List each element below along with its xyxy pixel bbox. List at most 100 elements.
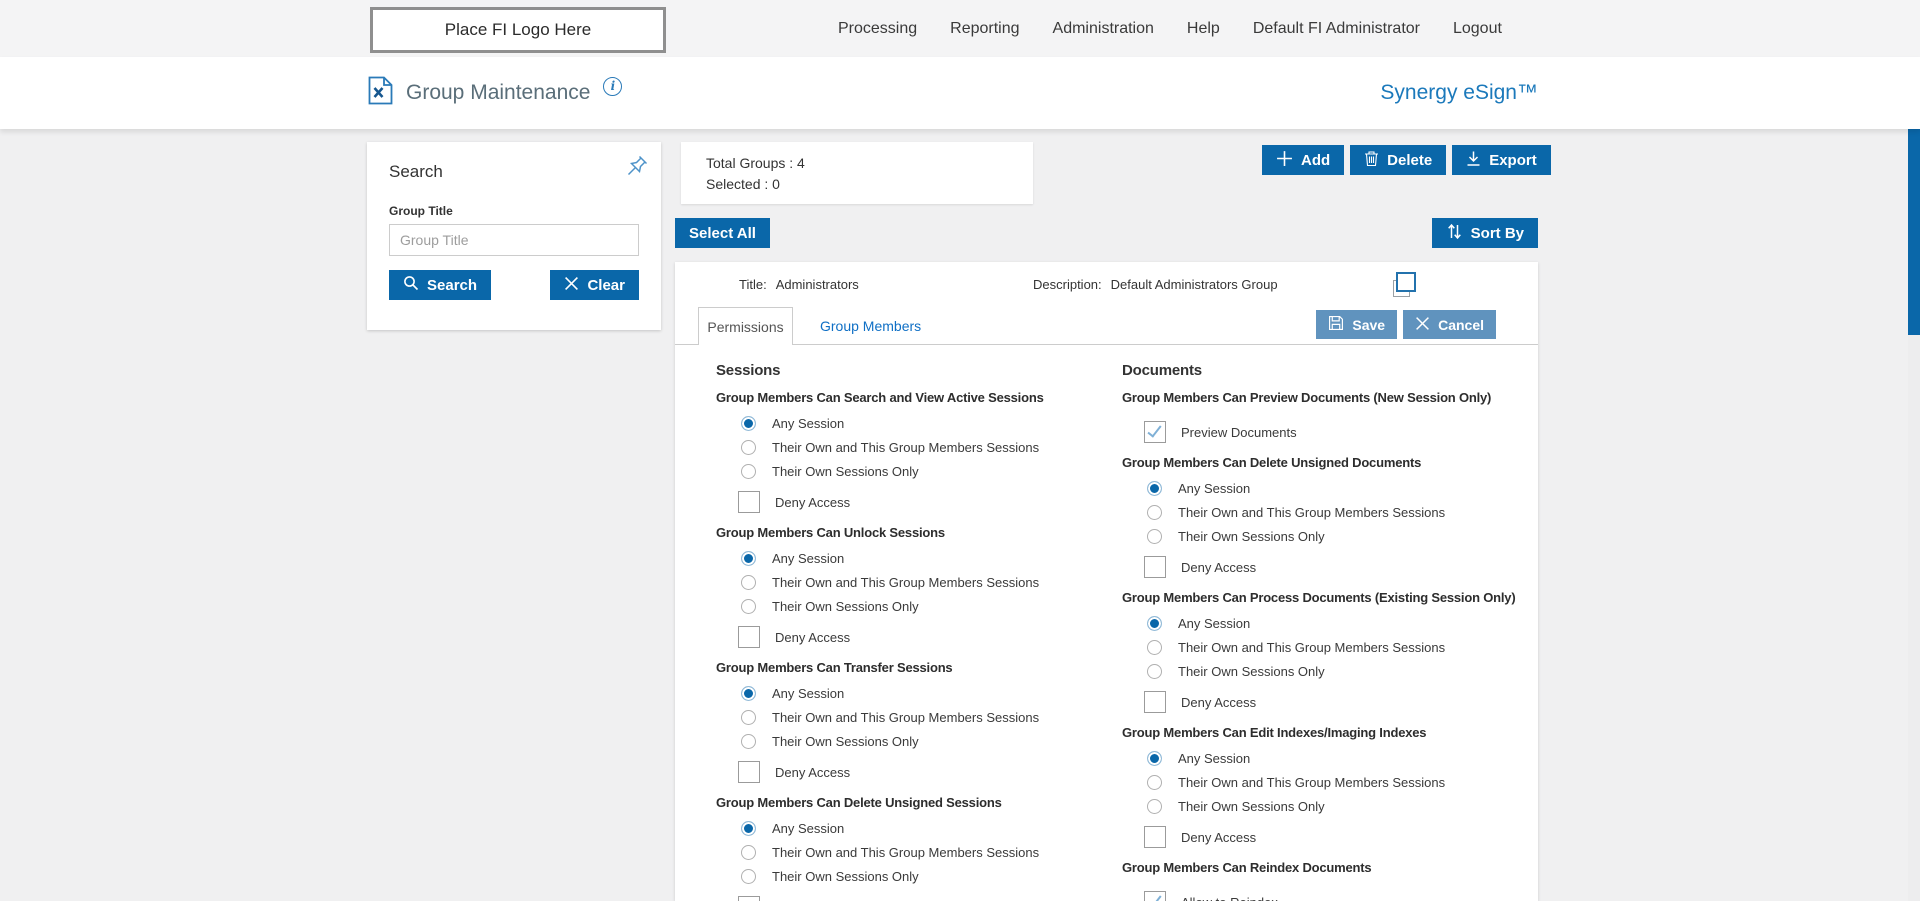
search-button-label: Search: [427, 277, 477, 294]
radio-any-session[interactable]: [741, 686, 756, 701]
deny-access-row: Deny Access: [738, 626, 1122, 648]
sort-by-label: Sort By: [1471, 225, 1524, 242]
add-button-label: Add: [1301, 152, 1330, 169]
radio-option-row: Their Own Sessions Only: [741, 864, 1122, 888]
radio-any-session[interactable]: [1147, 481, 1162, 496]
radio-label: Their Own Sessions Only: [772, 464, 919, 479]
scrollbar-track[interactable]: [1908, 57, 1920, 901]
radio-label: Any Session: [772, 551, 844, 566]
export-button[interactable]: Export: [1452, 145, 1551, 175]
brand-logo: Synergy eSign™: [1380, 57, 1538, 129]
radio-any-session[interactable]: [741, 551, 756, 566]
cancel-button[interactable]: Cancel: [1403, 310, 1496, 339]
radio-options: Any Session Their Own and This Group Memb…: [1122, 476, 1538, 548]
radio-their-own-sessions-only[interactable]: [741, 869, 756, 884]
group-description-field-value: Default Administrators Group: [1111, 277, 1278, 292]
radio-their-own-sessions-only[interactable]: [1147, 664, 1162, 679]
pin-icon[interactable]: [625, 154, 649, 178]
radio-any-session[interactable]: [741, 416, 756, 431]
radio-any-session[interactable]: [741, 821, 756, 836]
selected-count-text: Selected : 0: [706, 176, 1033, 192]
tab-group-members[interactable]: Group Members: [820, 307, 921, 344]
radio-option-row: Any Session: [741, 681, 1122, 705]
total-groups-text: Total Groups : 4: [706, 155, 1033, 171]
deny-access-checkbox[interactable]: [738, 626, 760, 648]
radio-their-own-and-this-group-members-sessions[interactable]: [1147, 640, 1162, 655]
radio-their-own-sessions-only[interactable]: [1147, 529, 1162, 544]
radio-their-own-and-this-group-members-sessions[interactable]: [1147, 775, 1162, 790]
deny-access-row: Deny Access: [738, 491, 1122, 513]
nav-item-processing[interactable]: Processing: [838, 20, 917, 38]
radio-their-own-and-this-group-members-sessions[interactable]: [741, 440, 756, 455]
info-icon[interactable]: i: [603, 77, 622, 96]
radio-option-row: Their Own and This Group Members Session…: [1147, 500, 1538, 524]
radio-their-own-sessions-only[interactable]: [741, 464, 756, 479]
radio-their-own-sessions-only[interactable]: [741, 734, 756, 749]
radio-label: Their Own and This Group Members Session…: [1178, 775, 1445, 790]
fi-logo-text: Place FI Logo Here: [445, 20, 591, 40]
nav-item-logout[interactable]: Logout: [1453, 20, 1502, 38]
deny-access-row: Deny Access: [1144, 826, 1538, 848]
radio-any-session[interactable]: [1147, 751, 1162, 766]
radio-any-session[interactable]: [1147, 616, 1162, 631]
radio-label: Their Own and This Group Members Session…: [772, 845, 1039, 860]
save-button[interactable]: Save: [1316, 310, 1397, 339]
add-button[interactable]: Add: [1262, 145, 1344, 175]
deny-access-checkbox[interactable]: [738, 761, 760, 783]
radio-option-row: Their Own and This Group Members Session…: [741, 705, 1122, 729]
group-actions: Add Delete Export: [1262, 145, 1551, 175]
permission-section-group-members-can-reindex-documents: Group Members Can Reindex Documents Allow…: [1122, 860, 1538, 901]
radio-label: Any Session: [1178, 481, 1250, 496]
search-panel-title: Search: [389, 162, 639, 182]
nav-item-reporting[interactable]: Reporting: [950, 20, 1019, 38]
radio-their-own-and-this-group-members-sessions[interactable]: [741, 710, 756, 725]
allow-to-reindex-checkbox[interactable]: [1144, 891, 1166, 901]
search-button[interactable]: Search: [389, 270, 491, 300]
preview-documents-checkbox[interactable]: [1144, 421, 1166, 443]
nav-item-help[interactable]: Help: [1187, 20, 1220, 38]
radio-label: Their Own Sessions Only: [772, 869, 919, 884]
allow-to-reindex-row: Allow to Reindex: [1144, 891, 1538, 901]
clear-button[interactable]: Clear: [550, 270, 639, 300]
deny-access-checkbox[interactable]: [738, 491, 760, 513]
nav-item-default-fi-administrator[interactable]: Default FI Administrator: [1253, 20, 1420, 38]
deny-access-row: Deny Access: [1144, 691, 1538, 713]
permission-title: Group Members Can Delete Unsigned Docume…: [1122, 455, 1538, 470]
deny-access-checkbox[interactable]: [1144, 691, 1166, 713]
deny-access-label: Deny Access: [775, 765, 850, 780]
deny-access-row: Deny Access: [1144, 556, 1538, 578]
sort-by-button[interactable]: Sort By: [1432, 218, 1538, 248]
deny-access-checkbox[interactable]: [738, 896, 760, 901]
tab-permissions[interactable]: Permissions: [698, 307, 793, 345]
permission-section-group-members-can-process-documents-existing-session-only: Group Members Can Process Documents (Exi…: [1122, 590, 1538, 713]
deny-access-checkbox[interactable]: [1144, 826, 1166, 848]
permission-section-group-members-can-preview-documents-new-session-only: Group Members Can Preview Documents (New…: [1122, 390, 1538, 443]
radio-their-own-and-this-group-members-sessions[interactable]: [1147, 505, 1162, 520]
nav-item-administration[interactable]: Administration: [1053, 20, 1154, 38]
radio-their-own-and-this-group-members-sessions[interactable]: [741, 575, 756, 590]
delete-button[interactable]: Delete: [1350, 145, 1446, 175]
radio-option-row: Any Session: [1147, 476, 1538, 500]
deny-access-row: Deny Access: [738, 761, 1122, 783]
radio-label: Their Own and This Group Members Session…: [772, 440, 1039, 455]
radio-options: Any SessionTheir Own and This Group Memb…: [1122, 611, 1538, 683]
radio-option-row: Their Own Sessions Only: [1147, 659, 1538, 683]
permission-title: Group Members Can Delete Unsigned Sessio…: [716, 795, 1122, 810]
group-select-checkbox[interactable]: [1393, 272, 1416, 297]
radio-their-own-sessions-only[interactable]: [741, 599, 756, 614]
deny-access-checkbox[interactable]: [1144, 556, 1166, 578]
radio-their-own-and-this-group-members-sessions[interactable]: [741, 845, 756, 860]
radio-options: Any SessionTheir Own and This Group Memb…: [716, 816, 1122, 888]
deny-access-label: Deny Access: [775, 495, 850, 510]
group-title-input[interactable]: [389, 224, 639, 256]
permission-section-group-members-can-edit-indexes-imaging-indexes: Group Members Can Edit Indexes/Imaging I…: [1122, 725, 1538, 848]
radio-label: Any Session: [772, 416, 844, 431]
select-all-button[interactable]: Select All: [675, 218, 770, 248]
radio-option-row: Their Own and This Group Members Session…: [1147, 635, 1538, 659]
permission-title: Group Members Can Reindex Documents: [1122, 860, 1538, 875]
permission-title: Group Members Can Search and View Active…: [716, 390, 1122, 405]
radio-label: Their Own Sessions Only: [1178, 529, 1325, 544]
radio-their-own-sessions-only[interactable]: [1147, 799, 1162, 814]
radio-option-row: Any Session: [741, 411, 1122, 435]
permission-title: Group Members Can Process Documents (Exi…: [1122, 590, 1538, 605]
